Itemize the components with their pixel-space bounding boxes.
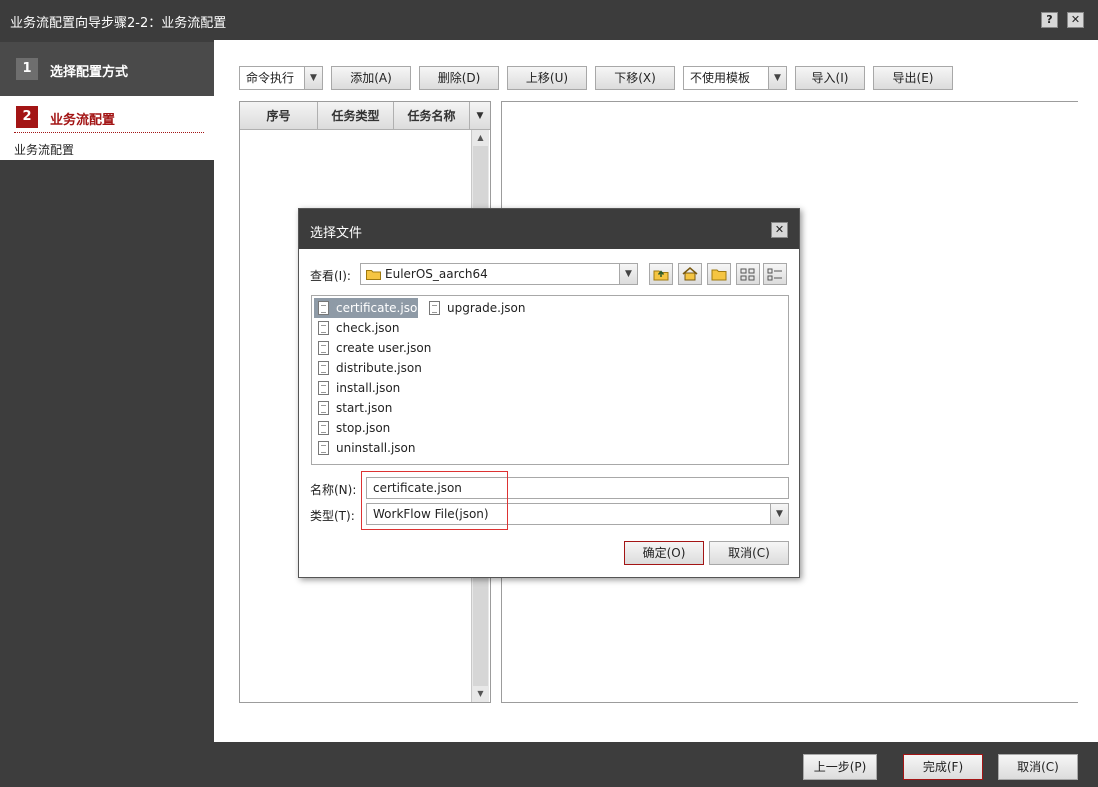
step-workflow-config[interactable]: 2 业务流配置 业务流配置 xyxy=(0,96,214,160)
step-sub-label[interactable]: 业务流配置 xyxy=(14,141,74,158)
file-icon xyxy=(318,301,329,315)
file-item[interactable]: install.json xyxy=(314,378,400,398)
window-title-bar: 业务流配置向导步骤2-2：业务流配置 ? ✕ xyxy=(0,0,1098,40)
file-item[interactable]: uninstall.json xyxy=(314,438,415,458)
list-view-icon[interactable] xyxy=(736,263,760,285)
file-item[interactable]: create user.json xyxy=(314,338,431,358)
template-select[interactable]: 不使用模板 ▼ xyxy=(683,66,787,90)
folder-icon xyxy=(366,270,381,280)
new-folder-icon[interactable] xyxy=(707,263,731,285)
file-icon xyxy=(318,441,329,455)
step-label: 选择配置方式 xyxy=(50,65,129,80)
file-icon xyxy=(318,361,329,375)
move-up-button[interactable]: 上移(U) xyxy=(507,66,587,90)
file-type-label: 类型(T): xyxy=(310,509,355,523)
move-down-button[interactable]: 下移(X) xyxy=(595,66,675,90)
chevron-down-icon[interactable]: ▼ xyxy=(619,264,637,284)
divider xyxy=(14,132,204,133)
exec-mode-select[interactable]: 命令执行 ▼ xyxy=(239,66,323,90)
home-icon[interactable] xyxy=(678,263,702,285)
column-header-task-name[interactable]: 任务名称 xyxy=(394,102,470,130)
file-name-label: 名称(N): xyxy=(310,483,357,497)
file-item[interactable]: upgrade.json xyxy=(425,298,525,318)
file-icon xyxy=(429,301,440,315)
wizard-steps-sidebar: 1 选择配置方式 2 业务流配置 业务流配置 xyxy=(0,40,214,742)
prev-step-button[interactable]: 上一步(P) xyxy=(803,754,877,780)
exec-mode-value: 命令执行 xyxy=(246,71,295,85)
help-icon[interactable]: ? xyxy=(1041,12,1058,28)
dialog-cancel-button[interactable]: 取消(C) xyxy=(709,541,789,565)
file-item[interactable]: check.json xyxy=(314,318,399,338)
column-header-seq[interactable]: 序号 xyxy=(240,102,318,130)
file-icon xyxy=(318,401,329,415)
import-button[interactable]: 导入(I) xyxy=(795,66,865,90)
chevron-down-icon[interactable]: ▼ xyxy=(768,67,786,89)
step-select-config-mode[interactable]: 1 选择配置方式 xyxy=(0,42,214,96)
close-icon[interactable]: ✕ xyxy=(1067,12,1084,28)
dialog-title-bar: 选择文件 ✕ xyxy=(299,209,799,249)
column-header-task-type[interactable]: 任务类型 xyxy=(318,102,394,130)
delete-button[interactable]: 删除(D) xyxy=(419,66,499,90)
look-in-select[interactable]: EulerOS_aarch64 ▼ xyxy=(360,263,638,285)
finish-button[interactable]: 完成(F) xyxy=(903,754,983,780)
look-in-value: EulerOS_aarch64 xyxy=(385,267,488,281)
look-in-label: 查看(I): xyxy=(310,269,351,283)
dialog-title: 选择文件 xyxy=(310,226,363,241)
file-item[interactable]: start.json xyxy=(314,398,392,418)
scroll-down-icon[interactable]: ▼ xyxy=(472,686,489,702)
file-icon xyxy=(318,341,329,355)
wizard-footer: 上一步(P) 完成(F) 取消(C) xyxy=(0,742,1098,787)
step-number: 2 xyxy=(16,106,38,128)
dialog-close-icon[interactable]: ✕ xyxy=(771,222,788,238)
export-button[interactable]: 导出(E) xyxy=(873,66,953,90)
step-number: 1 xyxy=(16,58,38,80)
file-icon xyxy=(318,421,329,435)
file-list: certificate.json check.json create user.… xyxy=(311,295,789,465)
template-value: 不使用模板 xyxy=(690,71,751,85)
window-title: 业务流配置向导步骤2-2：业务流配置 xyxy=(10,16,227,31)
add-button[interactable]: 添加(A) xyxy=(331,66,411,90)
step-label: 业务流配置 xyxy=(50,113,116,128)
details-view-icon[interactable] xyxy=(763,263,787,285)
up-folder-icon[interactable] xyxy=(649,263,673,285)
file-icon xyxy=(318,381,329,395)
file-item[interactable]: distribute.json xyxy=(314,358,422,378)
scroll-up-icon[interactable]: ▲ xyxy=(472,130,489,146)
file-item[interactable]: certificate.json xyxy=(314,298,425,318)
file-chooser-dialog: 选择文件 ✕ 查看(I): EulerOS_aarch64 ▼ certific… xyxy=(298,208,800,578)
file-item[interactable]: stop.json xyxy=(314,418,390,438)
cancel-button[interactable]: 取消(C) xyxy=(998,754,1078,780)
highlight-box xyxy=(361,471,508,530)
table-header: 序号 任务类型 任务名称 ▼ xyxy=(240,102,490,130)
column-menu-icon[interactable]: ▼ xyxy=(470,102,490,130)
chevron-down-icon[interactable]: ▼ xyxy=(304,67,322,89)
file-icon xyxy=(318,321,329,335)
chevron-down-icon[interactable]: ▼ xyxy=(770,504,788,524)
ok-button[interactable]: 确定(O) xyxy=(624,541,704,565)
